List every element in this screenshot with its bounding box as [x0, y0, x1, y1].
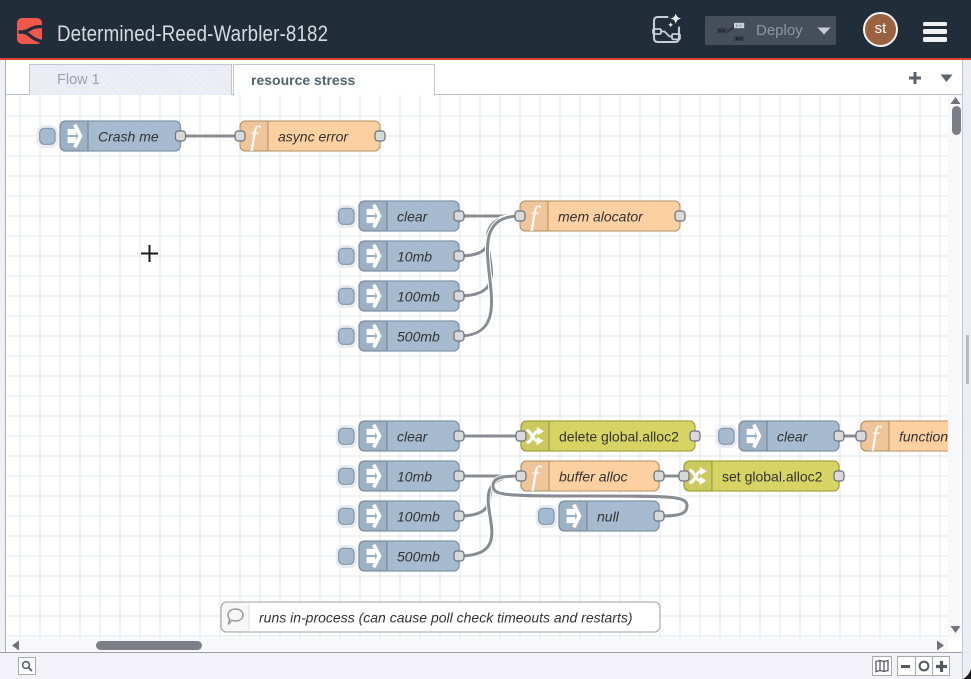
svg-text:clear: clear [397, 209, 429, 225]
svg-text:async error: async error [278, 129, 349, 145]
svg-text:buffer alloc: buffer alloc [559, 469, 627, 485]
svg-text:delete global.alloc2: delete global.alloc2 [559, 429, 679, 445]
svg-text:runs in-process (can cause pol: runs in-process (can cause poll check ti… [259, 610, 633, 626]
svg-text:10mb: 10mb [397, 469, 432, 485]
svg-text:Crash me: Crash me [98, 129, 159, 145]
svg-text:500mb: 500mb [397, 329, 440, 345]
svg-text:10mb: 10mb [397, 249, 432, 265]
svg-text:100mb: 100mb [397, 509, 440, 525]
svg-text:clear: clear [777, 429, 809, 445]
svg-text:clear: clear [397, 429, 429, 445]
svg-text:500mb: 500mb [397, 549, 440, 565]
svg-text:mem alocator: mem alocator [558, 209, 644, 225]
svg-text:100mb: 100mb [397, 289, 440, 305]
svg-text:function: function [899, 429, 948, 445]
svg-text:null: null [597, 509, 620, 525]
svg-text:set global.alloc2: set global.alloc2 [722, 469, 823, 485]
